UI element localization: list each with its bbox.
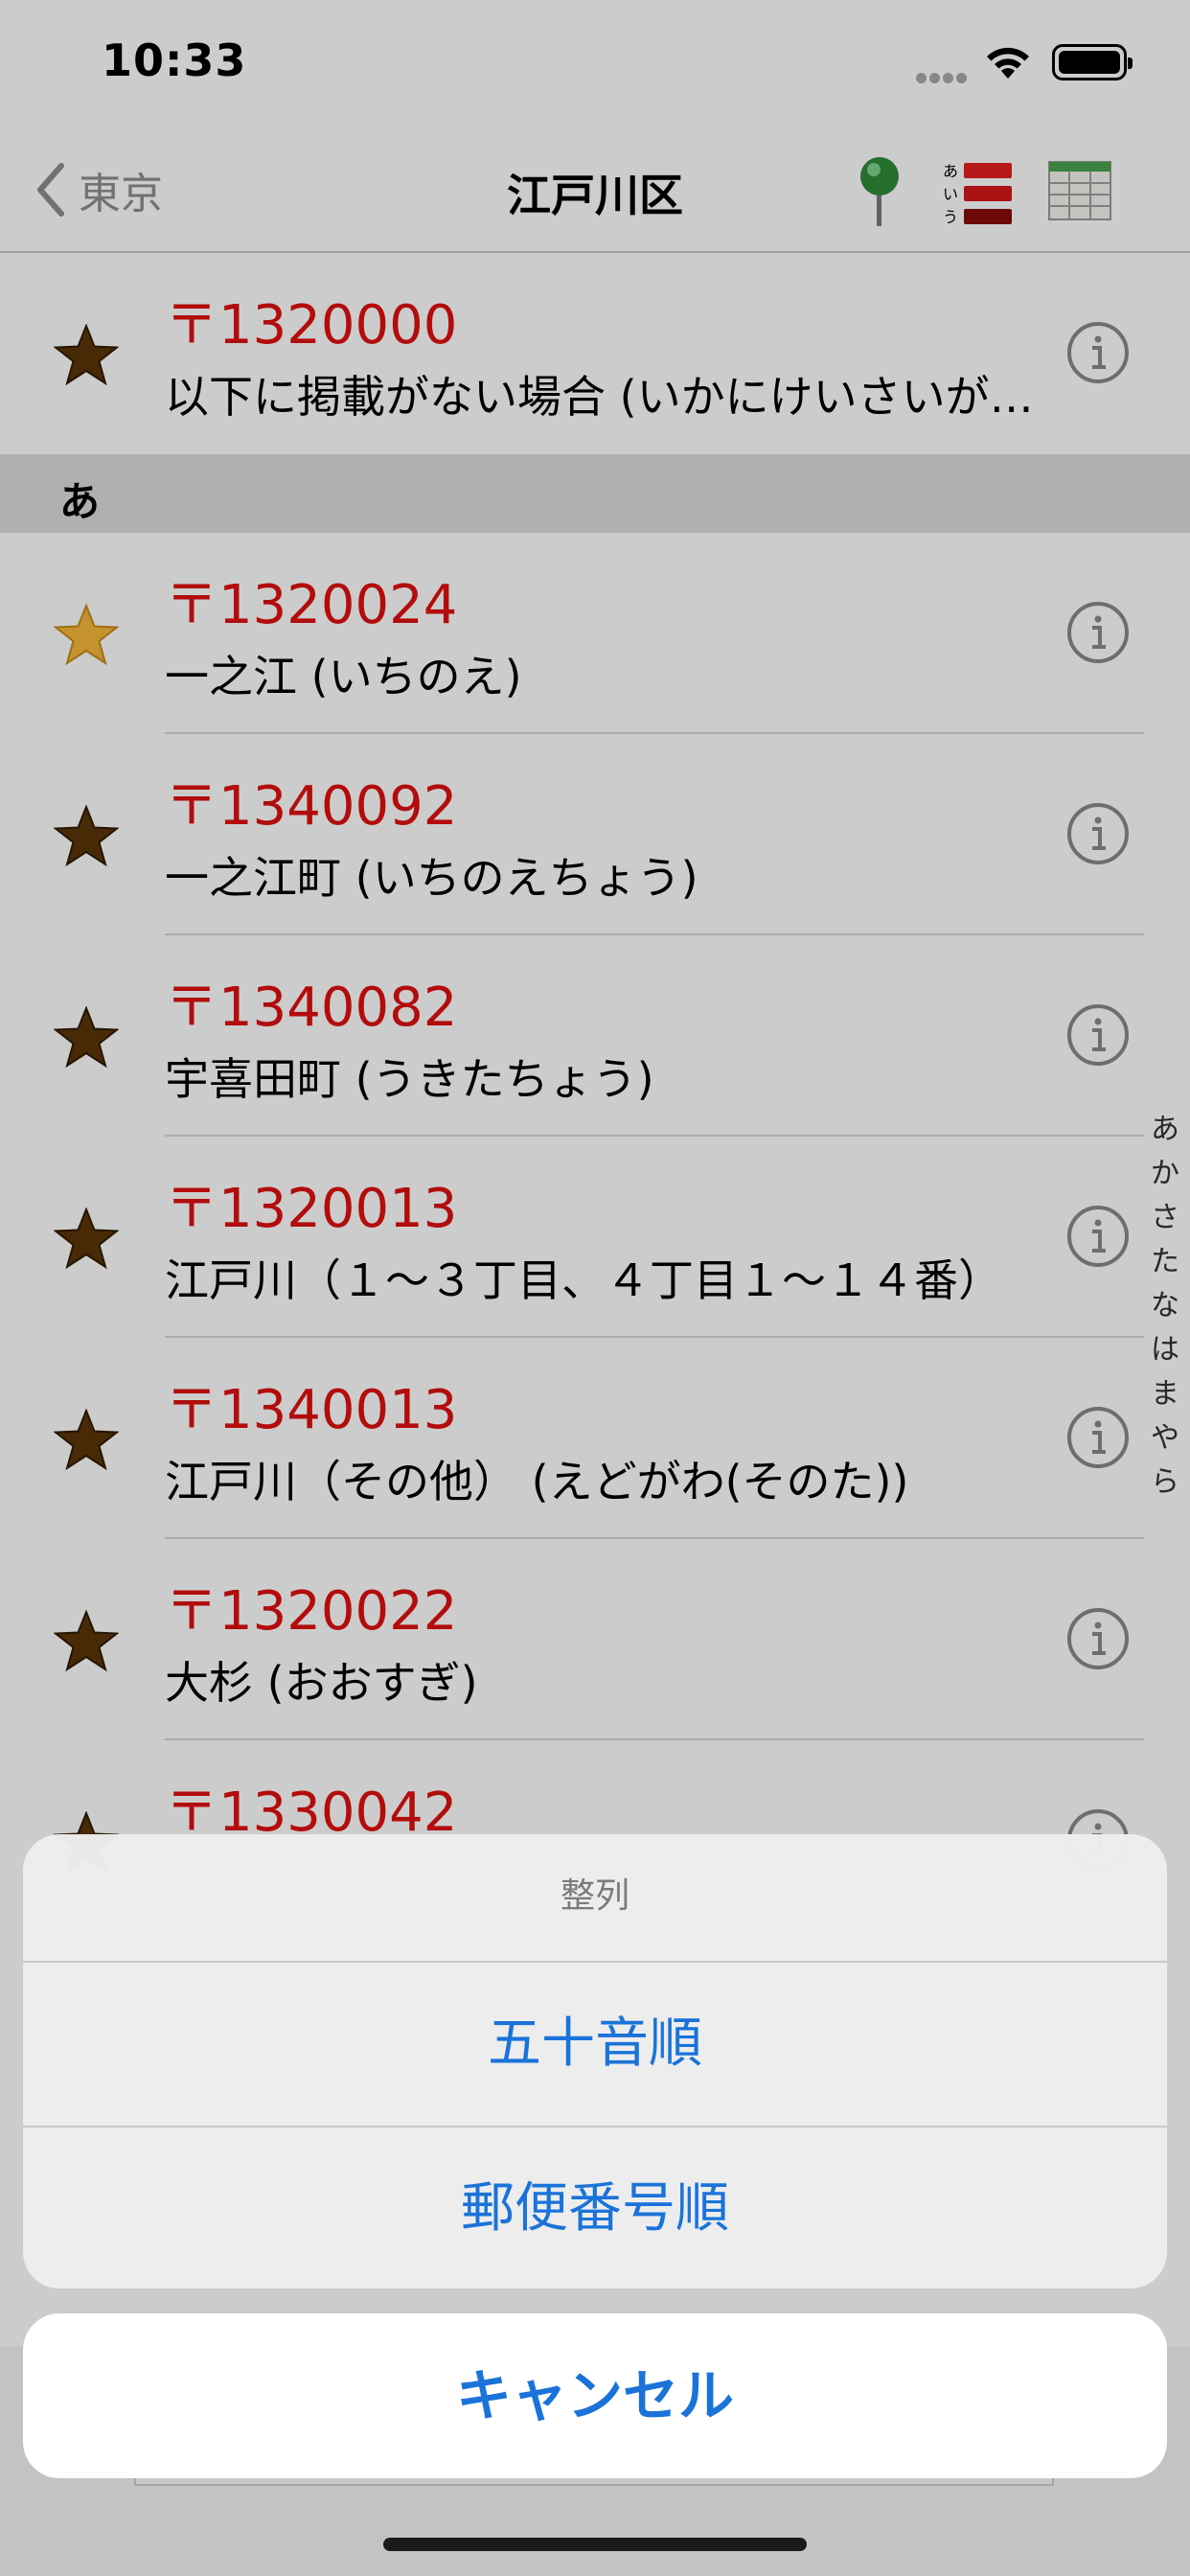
action-sheet: 整列 五十音順 郵便番号順 [23, 1834, 1167, 2288]
home-indicator [383, 2538, 807, 2551]
action-sheet-title: 整列 [560, 1876, 629, 1916]
sort-by-kana-button[interactable]: 五十音順 [23, 1961, 1167, 2124]
sort-by-postal-code-button[interactable]: 郵便番号順 [23, 2126, 1167, 2288]
cancel-button[interactable]: キャンセル [23, 2313, 1167, 2478]
